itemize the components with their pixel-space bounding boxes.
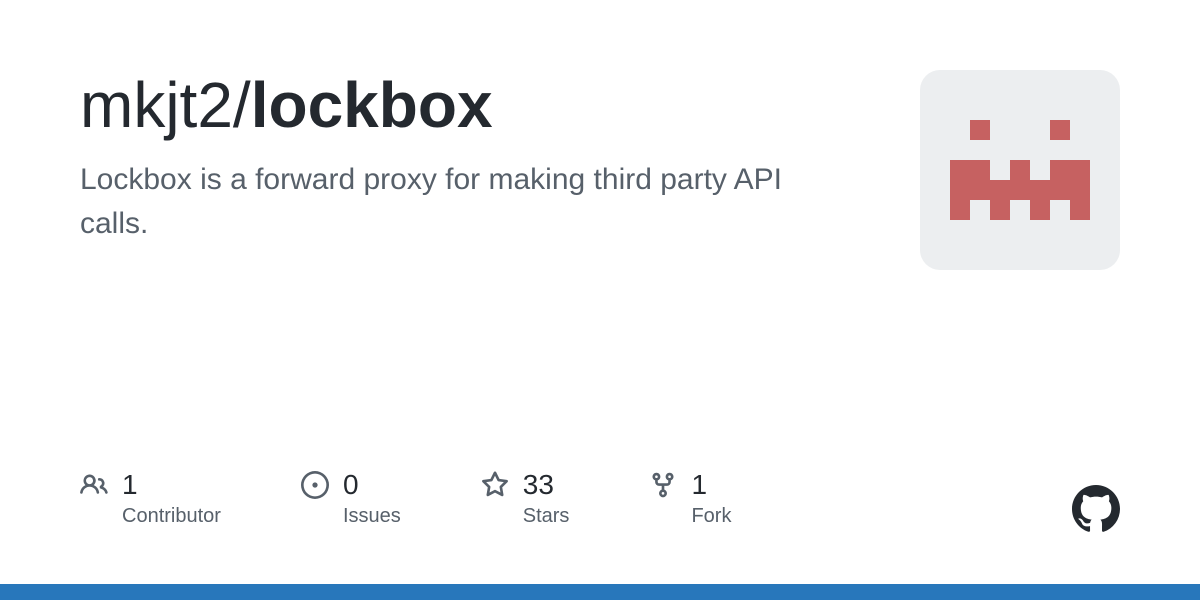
forks-value: 1 bbox=[691, 469, 707, 501]
repo-owner[interactable]: mkjt2 bbox=[80, 69, 233, 141]
stat-contributors[interactable]: 1 Contributor bbox=[80, 469, 221, 528]
star-icon bbox=[481, 471, 509, 499]
header-row: mkjt2/lockbox Lockbox is a forward proxy… bbox=[80, 70, 1120, 270]
issue-icon bbox=[301, 471, 329, 499]
github-logo-icon[interactable] bbox=[1072, 485, 1120, 538]
avatar[interactable] bbox=[920, 70, 1120, 270]
fork-icon bbox=[649, 471, 677, 499]
stats-row: 1 Contributor 0 Issues 33 Stars bbox=[80, 469, 1120, 528]
issues-label: Issues bbox=[343, 505, 401, 528]
stat-top: 1 bbox=[649, 469, 731, 501]
issues-value: 0 bbox=[343, 469, 359, 501]
repo-name[interactable]: lockbox bbox=[251, 69, 493, 141]
stat-issues[interactable]: 0 Issues bbox=[301, 469, 401, 528]
people-icon bbox=[80, 471, 108, 499]
stat-top: 0 bbox=[301, 469, 401, 501]
repo-title: mkjt2/lockbox bbox=[80, 70, 880, 140]
stars-value: 33 bbox=[523, 469, 554, 501]
contributors-value: 1 bbox=[122, 469, 138, 501]
repo-description: Lockbox is a forward proxy for making th… bbox=[80, 158, 840, 245]
title-block: mkjt2/lockbox Lockbox is a forward proxy… bbox=[80, 70, 920, 245]
stat-top: 33 bbox=[481, 469, 570, 501]
title-separator: / bbox=[233, 69, 251, 141]
contributors-label: Contributor bbox=[122, 505, 221, 528]
stat-stars[interactable]: 33 Stars bbox=[481, 469, 570, 528]
repo-card: mkjt2/lockbox Lockbox is a forward proxy… bbox=[0, 0, 1200, 600]
accent-bar bbox=[0, 584, 1200, 600]
avatar-pixel-icon bbox=[950, 120, 1090, 220]
stat-top: 1 bbox=[80, 469, 221, 501]
forks-label: Fork bbox=[691, 505, 731, 528]
stat-forks[interactable]: 1 Fork bbox=[649, 469, 731, 528]
stars-label: Stars bbox=[523, 505, 570, 528]
